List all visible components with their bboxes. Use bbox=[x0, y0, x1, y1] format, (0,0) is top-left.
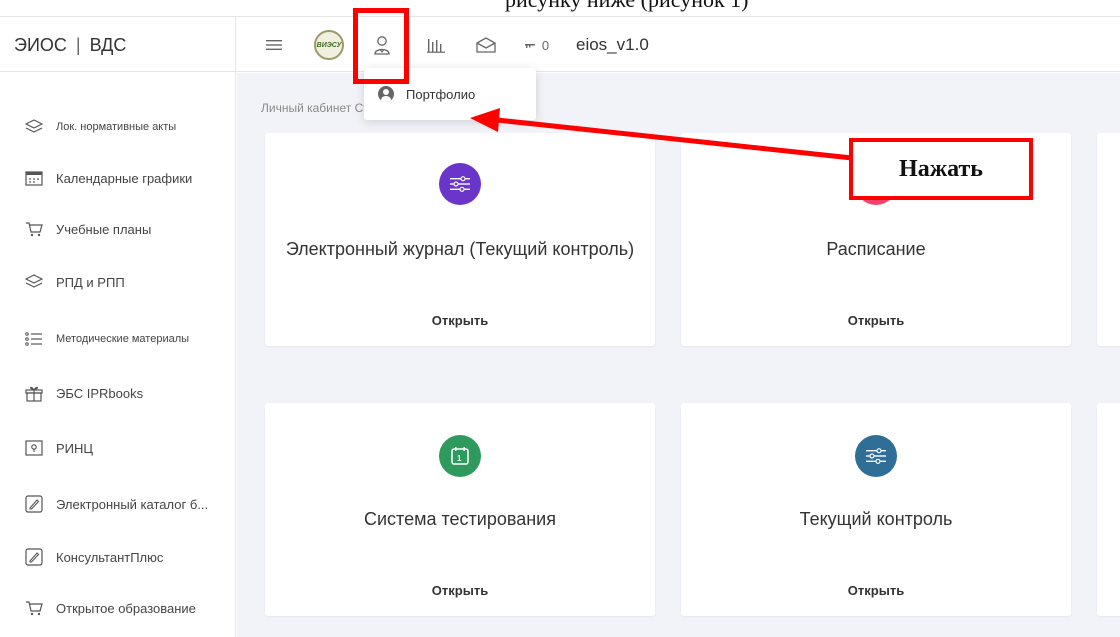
logo-emblem: ВИЭСУ bbox=[314, 30, 344, 60]
sidebar-item-label: Методические материалы bbox=[56, 333, 190, 345]
brand[interactable]: ЭИОС | ВДС bbox=[0, 17, 236, 73]
sidebar-item-label: Учебные планы bbox=[56, 221, 152, 237]
brand-separator: | bbox=[75, 34, 81, 55]
bar-chart-icon bbox=[427, 39, 445, 53]
logo[interactable]: ВИЭСУ bbox=[312, 17, 346, 73]
open-link[interactable]: Открыть bbox=[681, 313, 1071, 328]
card-title: Система тестирования bbox=[364, 509, 556, 529]
document-caption: рисунку ниже (рисунок 1) bbox=[0, 0, 1120, 16]
keys-button[interactable]: 0 bbox=[522, 17, 552, 73]
layers-icon bbox=[24, 117, 44, 137]
logo-text: ВИЭСУ bbox=[316, 41, 342, 49]
sidebar-item-label: Календарные графики bbox=[56, 170, 193, 186]
sidebar-item-local-acts[interactable]: Лок. нормативные акты bbox=[0, 101, 236, 153]
card-testing-system[interactable]: 1 Система тестирования Открыть bbox=[265, 403, 655, 616]
brand-name: ЭИОС bbox=[14, 34, 67, 55]
sidebar-item-label: Открытое образование bbox=[56, 600, 196, 616]
stats-button[interactable] bbox=[424, 17, 448, 73]
card-e-journal[interactable]: Электронный журнал (Текущий контроль) От… bbox=[265, 133, 655, 346]
calendar-icon bbox=[24, 168, 44, 188]
sidebar-item-rinc[interactable]: РИНЦ bbox=[0, 422, 236, 474]
dropdown-item-portfolio[interactable]: Портфолио bbox=[406, 87, 475, 102]
sidebar: Лок. нормативные акты Календарные график… bbox=[0, 73, 236, 637]
brand-section: ВДС bbox=[89, 34, 127, 55]
envelope-icon bbox=[476, 37, 496, 53]
list-icon bbox=[24, 329, 44, 349]
hamburger-icon bbox=[266, 40, 282, 50]
card-partial[interactable] bbox=[1097, 133, 1120, 346]
sidebar-item-label: РПД и РПП bbox=[56, 274, 125, 290]
sliders-icon bbox=[855, 435, 897, 477]
top-header: ЭИОС | ВДС ВИЭСУ 0 eios_v1.0 bbox=[0, 16, 1120, 73]
cart-icon bbox=[24, 219, 44, 239]
card-current-control[interactable]: Текущий контроль Открыть bbox=[681, 403, 1071, 616]
sidebar-item-rpd[interactable]: РПД и РПП bbox=[0, 256, 236, 308]
sidebar-item-label: Электронный каталог б... bbox=[56, 496, 209, 512]
annotation-callout: Нажать bbox=[849, 138, 1033, 200]
calendar-icon: 1 bbox=[439, 435, 481, 477]
open-link[interactable]: Открыть bbox=[265, 583, 655, 598]
edit-icon bbox=[24, 547, 44, 567]
user-avatar-icon bbox=[378, 86, 394, 102]
messages-button[interactable] bbox=[474, 17, 498, 73]
menu-toggle-button[interactable] bbox=[262, 17, 286, 73]
key-icon bbox=[524, 44, 535, 48]
key-count: 0 bbox=[541, 37, 550, 53]
sidebar-item-iprbooks[interactable]: ЭБС IPRbooks bbox=[0, 367, 236, 419]
open-link[interactable]: Открыть bbox=[265, 313, 655, 328]
sidebar-item-consultant[interactable]: КонсультантПлюс bbox=[0, 531, 236, 583]
sliders-icon bbox=[439, 163, 481, 205]
sidebar-item-calendars[interactable]: Календарные графики bbox=[0, 152, 236, 204]
sidebar-item-study-plans[interactable]: Учебные планы bbox=[0, 203, 236, 255]
layers-icon bbox=[24, 272, 44, 292]
card-title: Расписание bbox=[826, 239, 926, 259]
card-partial[interactable] bbox=[1097, 403, 1120, 616]
svg-text:1: 1 bbox=[457, 454, 462, 463]
open-link[interactable]: Открыть bbox=[681, 583, 1071, 598]
sidebar-item-label: Лок. нормативные акты bbox=[56, 121, 177, 133]
edit-icon bbox=[24, 494, 44, 514]
app-version-title: eios_v1.0 bbox=[576, 35, 649, 54]
location-icon bbox=[24, 438, 44, 458]
sidebar-item-methodical[interactable]: Методические материалы bbox=[0, 313, 236, 365]
highlight-frame bbox=[353, 8, 409, 84]
cart-icon bbox=[24, 598, 44, 618]
gift-icon bbox=[24, 383, 44, 403]
sidebar-item-label: ЭБС IPRbooks bbox=[56, 385, 144, 401]
document-caption-text: рисунку ниже (рисунок 1) bbox=[505, 0, 748, 13]
sidebar-item-open-education[interactable]: Открытое образование bbox=[0, 582, 236, 634]
sidebar-item-e-catalog[interactable]: Электронный каталог б... bbox=[0, 478, 236, 530]
sidebar-item-label: РИНЦ bbox=[56, 440, 94, 456]
card-title: Текущий контроль bbox=[799, 509, 953, 529]
sidebar-item-label: КонсультантПлюс bbox=[56, 549, 164, 565]
card-title: Электронный журнал (Текущий контроль) bbox=[285, 239, 635, 259]
